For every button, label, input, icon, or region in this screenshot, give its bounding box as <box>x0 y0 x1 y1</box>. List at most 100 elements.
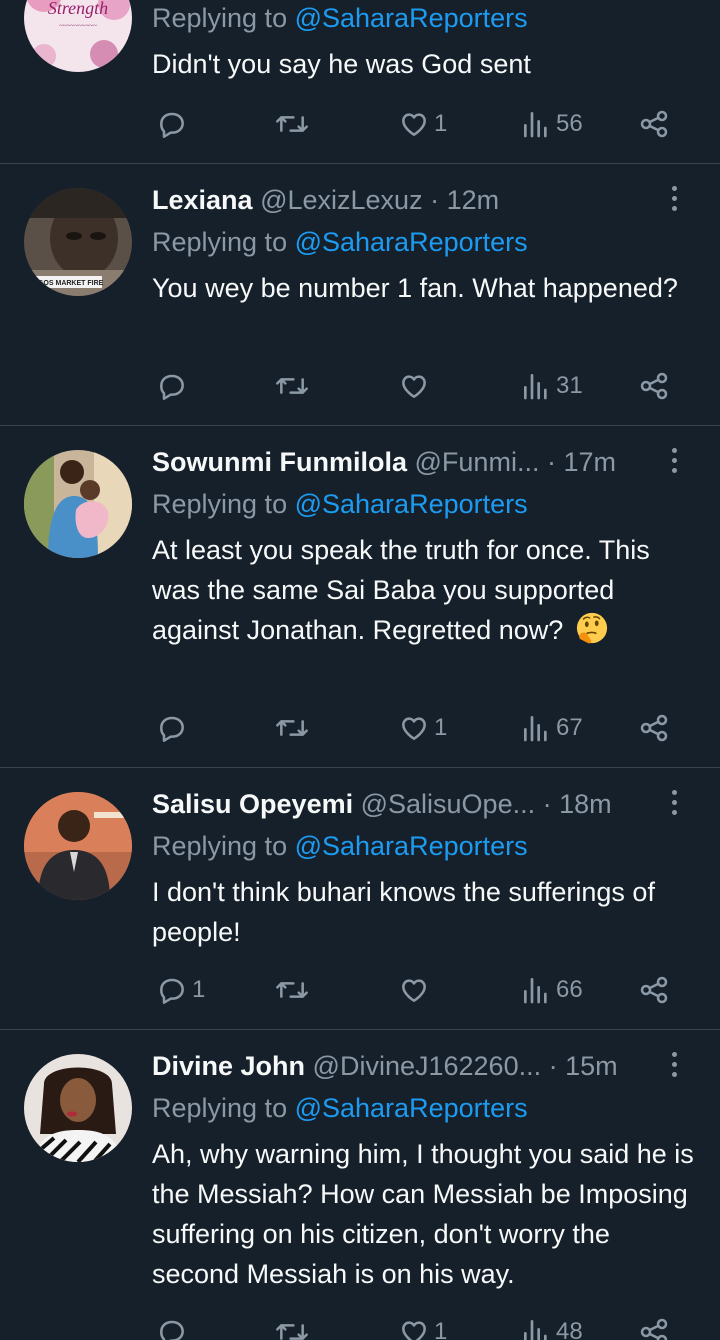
user-handle[interactable]: @Funmi... <box>415 447 540 477</box>
mention-link[interactable]: @SaharaReporters <box>295 227 528 257</box>
mention-link[interactable]: @SaharaReporters <box>295 831 528 861</box>
like-button[interactable] <box>398 970 434 1010</box>
like-button[interactable]: 1 <box>398 104 447 144</box>
share-button[interactable] <box>638 970 670 1010</box>
reply-icon <box>160 374 184 400</box>
share-button[interactable] <box>638 708 670 748</box>
display-name[interactable]: Sowunmi Funmilola <box>152 447 407 477</box>
replying-prefix: Replying to <box>152 831 295 861</box>
display-name[interactable]: Lexiana <box>152 185 253 215</box>
retweet-icon <box>276 982 308 998</box>
user-handle[interactable]: @SalisuOpe... <box>361 789 536 819</box>
reply-icon <box>160 1320 184 1340</box>
tweet-text: Ah, why warning him, I thought you said … <box>152 1139 694 1289</box>
retweet-button[interactable] <box>274 366 314 406</box>
avatar[interactable] <box>24 792 132 900</box>
like-button[interactable]: 1 <box>398 708 447 748</box>
reply-icon <box>160 716 184 742</box>
tweet[interactable]: LAGOS MARKET FIRE Lexiana @LexizLexuz · … <box>0 164 720 426</box>
retweet-button[interactable] <box>274 104 314 144</box>
views-button[interactable]: 67 <box>520 708 583 748</box>
view-count: 67 <box>556 714 583 741</box>
avatar-image <box>24 792 132 900</box>
reply-icon <box>160 112 184 138</box>
like-count: 1 <box>434 1318 448 1340</box>
retweet-button[interactable] <box>274 1312 314 1340</box>
avatar-image: LAGOS MARKET FIRE <box>24 188 132 296</box>
view-count: 31 <box>556 372 583 399</box>
more-icon[interactable] <box>670 1052 678 1080</box>
heart-icon <box>402 717 426 740</box>
tweet-text-block: At least you speak the truth for once. T… <box>152 530 696 650</box>
timestamp[interactable]: 18m <box>559 789 612 819</box>
replying-prefix: Replying to <box>152 227 295 257</box>
tweet-header: Sowunmi Funmilola @Funmi... · 17m <box>152 442 696 482</box>
timestamp[interactable]: 15m <box>565 1051 618 1081</box>
tweet-header: Salisu Opeyemi @SalisuOpe... · 18m <box>152 784 696 824</box>
retweet-button[interactable] <box>274 708 314 748</box>
tweet-header: Divine John @DivineJ162260... · 15m <box>152 1046 696 1086</box>
like-button[interactable] <box>398 366 434 406</box>
user-handle[interactable]: @DivineJ162260... <box>313 1051 542 1081</box>
retweet-icon <box>276 720 308 736</box>
heart-icon <box>402 113 426 136</box>
share-button[interactable] <box>638 1312 670 1340</box>
replying-to: Replying to @SaharaReporters <box>152 484 696 524</box>
more-icon[interactable] <box>670 790 678 818</box>
share-icon <box>640 110 668 138</box>
share-button[interactable] <box>638 366 670 406</box>
mention-link[interactable]: @SaharaReporters <box>295 489 528 519</box>
tweet-actions: 1 48 <box>152 1312 672 1340</box>
view-count: 56 <box>556 110 583 137</box>
reply-button[interactable] <box>156 366 192 406</box>
mention-link[interactable]: @SaharaReporters <box>295 1093 528 1123</box>
views-button[interactable]: 31 <box>520 366 583 406</box>
like-button[interactable]: 1 <box>398 1312 447 1340</box>
avatar-caption: Strength <box>48 0 108 18</box>
share-icon <box>640 714 668 742</box>
more-icon[interactable] <box>670 448 678 476</box>
reply-button[interactable] <box>156 1312 192 1340</box>
reply-button[interactable]: 1 <box>156 970 205 1010</box>
reply-button[interactable] <box>156 708 192 748</box>
more-icon[interactable] <box>670 186 678 214</box>
timestamp[interactable]: 12m <box>447 185 500 215</box>
tweet[interactable]: Salisu Opeyemi @SalisuOpe... · 18m Reply… <box>0 768 720 1030</box>
avatar-image <box>24 1054 132 1162</box>
separator-dot: · <box>542 789 552 819</box>
timestamp[interactable]: 17m <box>563 447 616 477</box>
tweet-actions: 1 56 <box>152 104 672 144</box>
avatar[interactable]: and Strength ~~~~~~~~~~ <box>24 0 132 72</box>
views-button[interactable]: 56 <box>520 104 583 144</box>
heart-icon <box>402 375 426 398</box>
reply-icon <box>160 978 184 1004</box>
views-button[interactable]: 66 <box>520 970 583 1010</box>
user-handle[interactable]: @LexizLexuz <box>260 185 423 215</box>
avatar[interactable] <box>24 1054 132 1162</box>
display-name[interactable]: Salisu Opeyemi <box>152 789 353 819</box>
replying-prefix: Replying to <box>152 1093 295 1123</box>
mention-link[interactable]: @SaharaReporters <box>295 3 528 33</box>
avatar-caption: LAGOS MARKET FIRE <box>29 280 104 287</box>
view-count: 48 <box>556 1318 583 1340</box>
views-button[interactable]: 48 <box>520 1312 583 1340</box>
views-icon <box>524 112 547 138</box>
display-name[interactable]: Divine John <box>152 1051 305 1081</box>
view-count: 66 <box>556 976 583 1003</box>
avatar[interactable] <box>24 450 132 558</box>
share-icon <box>640 1318 668 1340</box>
replying-prefix: Replying to <box>152 3 295 33</box>
views-icon <box>524 978 547 1004</box>
avatar[interactable]: LAGOS MARKET FIRE <box>24 188 132 296</box>
tweet-text: Didn't you say he was God sent <box>152 49 531 79</box>
tweet-actions: 1 66 <box>152 970 672 1010</box>
heart-icon <box>402 1321 426 1340</box>
tweet[interactable]: and Strength ~~~~~~~~~~ Replying to @Sah… <box>0 0 720 164</box>
tweet[interactable]: Divine John @DivineJ162260... · 15m Repl… <box>0 1030 720 1340</box>
retweet-icon <box>276 378 308 394</box>
tweet[interactable]: Sowunmi Funmilola @Funmi... · 17m Replyi… <box>0 426 720 768</box>
retweet-button[interactable] <box>274 970 314 1010</box>
separator-dot: · <box>430 185 440 215</box>
reply-button[interactable] <box>156 104 192 144</box>
share-button[interactable] <box>638 104 670 144</box>
